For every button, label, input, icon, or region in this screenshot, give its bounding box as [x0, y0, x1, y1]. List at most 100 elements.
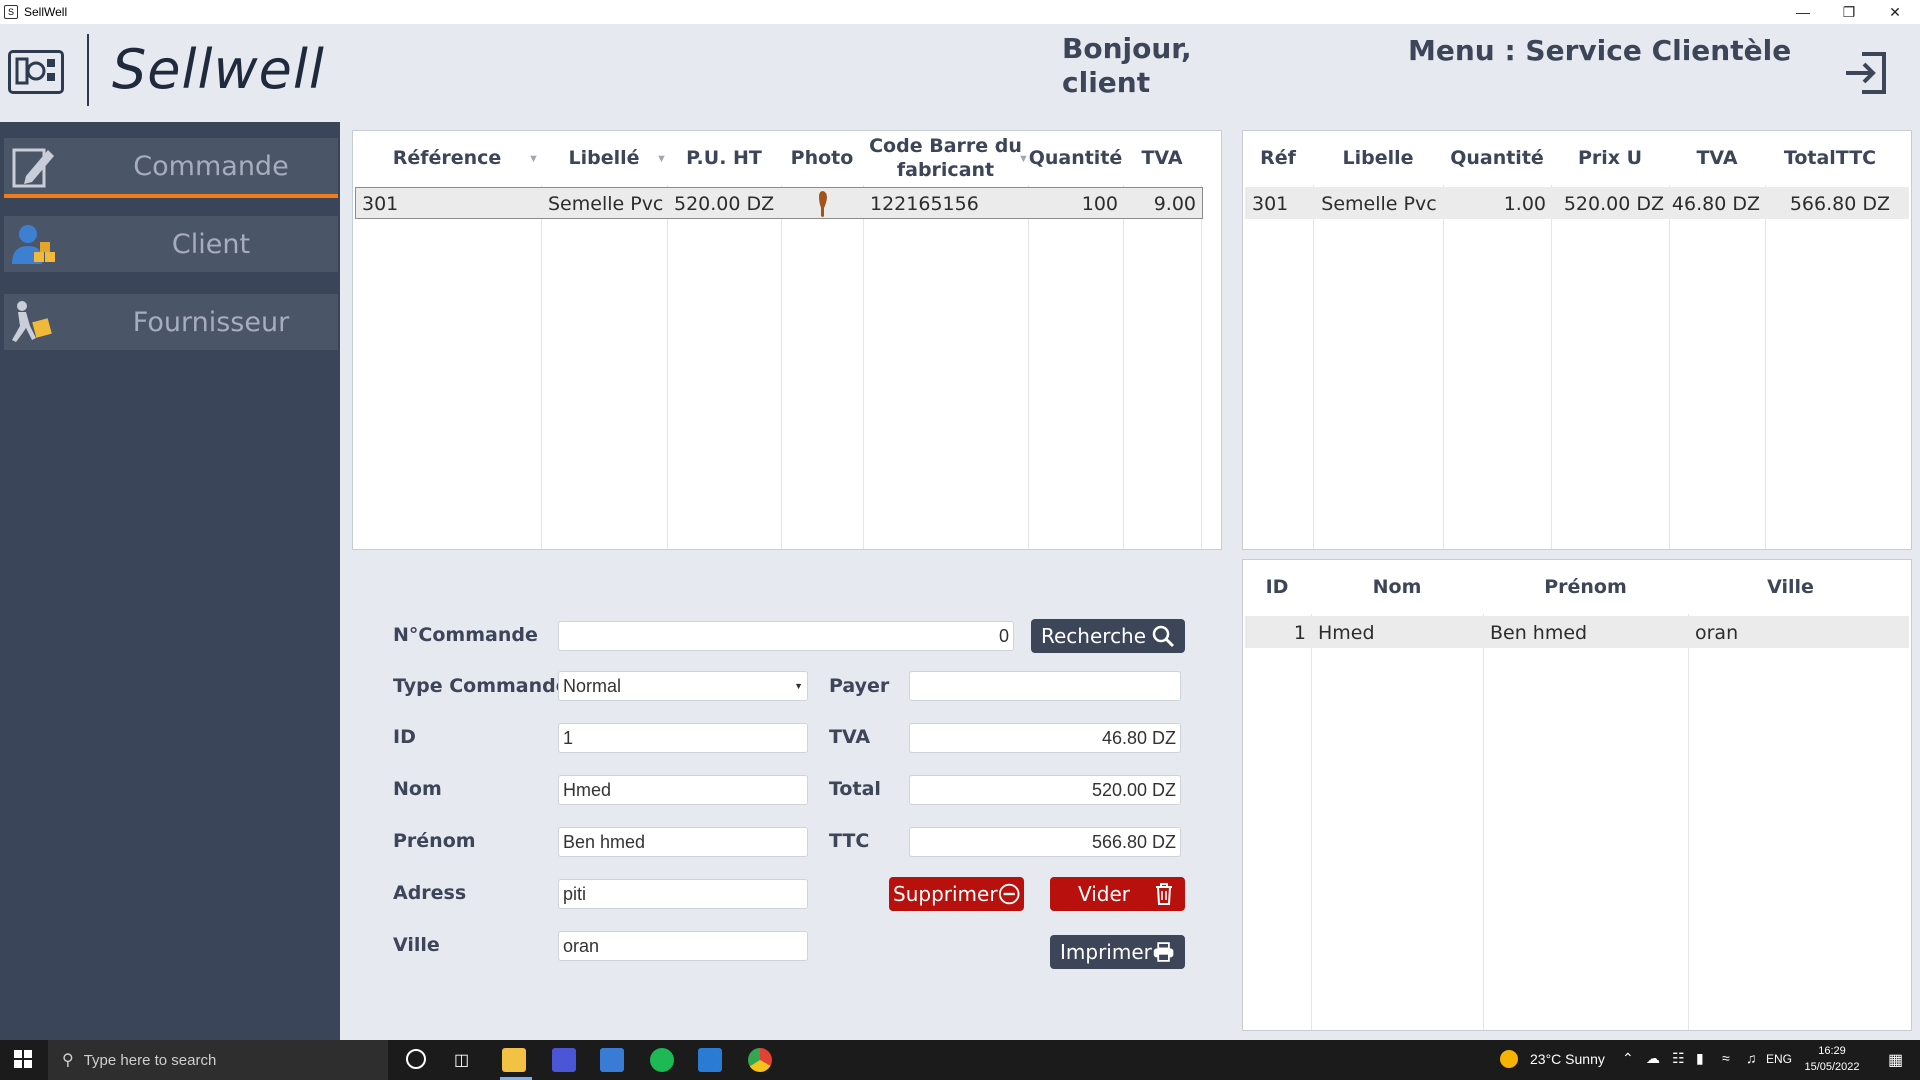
mail-icon[interactable]: [698, 1048, 722, 1072]
payer-field[interactable]: [909, 671, 1181, 701]
clock[interactable]: 16:29 15/05/2022: [1802, 1043, 1862, 1075]
chevron-up-icon[interactable]: ⌃: [1622, 1050, 1634, 1067]
column-header-reference[interactable]: Référence: [353, 131, 541, 185]
logo-divider: [87, 34, 89, 106]
ville-field[interactable]: oran: [558, 931, 808, 961]
minus-circle-icon: [998, 883, 1020, 905]
restore-button[interactable]: ❐: [1826, 0, 1872, 24]
cell-ville: oran: [1695, 622, 1739, 644]
filter-icon[interactable]: ▼: [528, 153, 539, 165]
column-header-code-barre[interactable]: Code Barre du fabricant: [863, 131, 1028, 185]
supprimer-button[interactable]: Supprimer: [889, 877, 1024, 911]
sidebar-item-commande[interactable]: Commande: [4, 138, 338, 198]
n-commande-input[interactable]: 0: [558, 621, 1014, 651]
column-header-quantite[interactable]: Quantité: [1443, 131, 1551, 185]
column-header-libelle[interactable]: Libelle: [1313, 131, 1443, 185]
taskbar-search-box[interactable]: ⚲ Type here to search: [48, 1040, 388, 1080]
label-ttc: TTC: [829, 830, 870, 852]
file-explorer-icon[interactable]: [502, 1048, 526, 1072]
cell-quantite: 1.00: [1503, 193, 1546, 215]
table-row[interactable]: 1 Hmed Ben hmed oran: [1245, 616, 1909, 648]
notifications-icon[interactable]: ▦: [1888, 1050, 1903, 1070]
app-icon[interactable]: [552, 1048, 576, 1072]
column-header-libelle[interactable]: Libellé: [541, 131, 667, 185]
column-header-tva[interactable]: TVA: [1669, 131, 1765, 185]
column-header-prenom[interactable]: Prénom: [1483, 560, 1688, 614]
spotify-icon[interactable]: [650, 1048, 674, 1072]
chrome-icon[interactable]: [748, 1048, 772, 1072]
tva-field[interactable]: 46.80 DZ: [909, 723, 1181, 753]
onedrive-icon[interactable]: ☷: [1672, 1050, 1685, 1067]
cart-grid[interactable]: Réf Libelle Quantité Prix U TVA TotalTTC…: [1242, 130, 1912, 550]
cell-code-barre: 122165156: [870, 193, 979, 215]
total-field[interactable]: 520.00 DZ: [909, 775, 1181, 805]
close-window-button[interactable]: ✕: [1872, 0, 1918, 24]
delivery-icon: [8, 298, 58, 348]
minimize-button[interactable]: —: [1780, 0, 1826, 24]
brand-name: Sellwell: [112, 38, 325, 101]
recherche-button[interactable]: Recherche: [1031, 619, 1185, 653]
column-header-id[interactable]: ID: [1243, 560, 1311, 614]
edit-icon: [8, 142, 58, 192]
cloud-icon[interactable]: ☁: [1646, 1050, 1660, 1067]
supprimer-label: Supprimer: [893, 882, 998, 906]
filter-icon[interactable]: ▼: [656, 153, 667, 165]
insole-thumbnail: [782, 188, 864, 220]
search-icon: ⚲: [62, 1052, 74, 1069]
nom-field[interactable]: Hmed: [558, 775, 808, 805]
sidebar-item-client[interactable]: Client: [4, 216, 338, 272]
window-title-bar: S SellWell — ❐ ✕: [0, 0, 1920, 24]
battery-icon[interactable]: ▮: [1696, 1050, 1704, 1067]
volume-icon[interactable]: ♫: [1746, 1050, 1757, 1066]
taskbar: ⚲ Type here to search ◫ 23°C Sunny ⌃ ☁ ☷…: [0, 1040, 1920, 1080]
column-header-pu-ht[interactable]: P.U. HT: [667, 131, 781, 185]
cell-id: 1: [1293, 622, 1306, 644]
table-row[interactable]: 301 Semelle Pvc 520.00 DZ 122165156 100 …: [355, 187, 1203, 219]
windows-start-icon[interactable]: [14, 1050, 32, 1071]
adress-field[interactable]: piti: [558, 879, 808, 909]
clock-time: 16:29: [1818, 1045, 1846, 1057]
vider-button[interactable]: Vider: [1050, 877, 1185, 911]
cell-prix-u: 520.00 DZ: [1563, 193, 1664, 215]
column-header-photo[interactable]: Photo: [781, 131, 863, 185]
sidebar-item-fournisseur[interactable]: Fournisseur: [4, 294, 338, 350]
logout-icon[interactable]: [1842, 50, 1890, 96]
sidebar-item-label: Client: [171, 228, 251, 260]
weather-text[interactable]: 23°C Sunny: [1530, 1051, 1605, 1067]
type-commande-select[interactable]: Normal ▼: [558, 671, 808, 701]
task-view-icon[interactable]: ◫: [454, 1050, 469, 1070]
id-field[interactable]: 1: [558, 723, 808, 753]
column-header-total-ttc[interactable]: TotalTTC: [1765, 131, 1895, 185]
label-ville: Ville: [393, 934, 440, 956]
products-grid[interactable]: Référence ▼ Libellé ▼ P.U. HT Photo Code…: [352, 130, 1222, 550]
column-header-nom[interactable]: Nom: [1311, 560, 1483, 614]
column-header-ref[interactable]: Réf: [1243, 131, 1313, 185]
column-header-quantite[interactable]: Quantité: [1028, 131, 1123, 185]
wifi-icon[interactable]: ≈: [1722, 1050, 1730, 1066]
column-header-tva[interactable]: TVA: [1123, 131, 1201, 185]
clock-date: 15/05/2022: [1804, 1061, 1860, 1073]
label-type-commande: Type Commande: [393, 675, 569, 697]
app-header: Sellwell Bonjour, client Menu : Service …: [0, 24, 1920, 122]
greeting-line-1: Bonjour,: [1062, 32, 1192, 65]
column-header-prix-u[interactable]: Prix U: [1551, 131, 1669, 185]
cart-grid-header: Réf Libelle Quantité Prix U TVA TotalTTC: [1243, 131, 1911, 185]
column-header-ville[interactable]: Ville: [1688, 560, 1893, 614]
ttc-field[interactable]: 566.80 DZ: [909, 827, 1181, 857]
label-tva: TVA: [829, 726, 871, 748]
label-payer: Payer: [829, 675, 890, 697]
taskbar-search-placeholder: Type here to search: [83, 1051, 217, 1069]
cell-total-ttc: 566.80 DZ: [1789, 193, 1890, 215]
imprimer-button[interactable]: Imprimer: [1050, 935, 1185, 969]
clients-grid[interactable]: ID Nom Prénom Ville 1 Hmed Ben hmed oran: [1242, 559, 1912, 1031]
chevron-down-icon: ▼: [794, 681, 803, 691]
greeting: Bonjour, client: [1062, 32, 1192, 100]
cortana-icon[interactable]: [406, 1049, 426, 1069]
language-indicator[interactable]: ENG: [1766, 1052, 1792, 1066]
store-icon[interactable]: [600, 1048, 624, 1072]
prenom-field[interactable]: Ben hmed: [558, 827, 808, 857]
greeting-line-2: client: [1062, 66, 1151, 99]
table-row[interactable]: 301 Semelle Pvc 1.00 520.00 DZ 46.80 DZ …: [1245, 187, 1909, 219]
menu-title: Menu : Service Clientèle: [1408, 34, 1792, 67]
vider-label: Vider: [1078, 882, 1131, 906]
